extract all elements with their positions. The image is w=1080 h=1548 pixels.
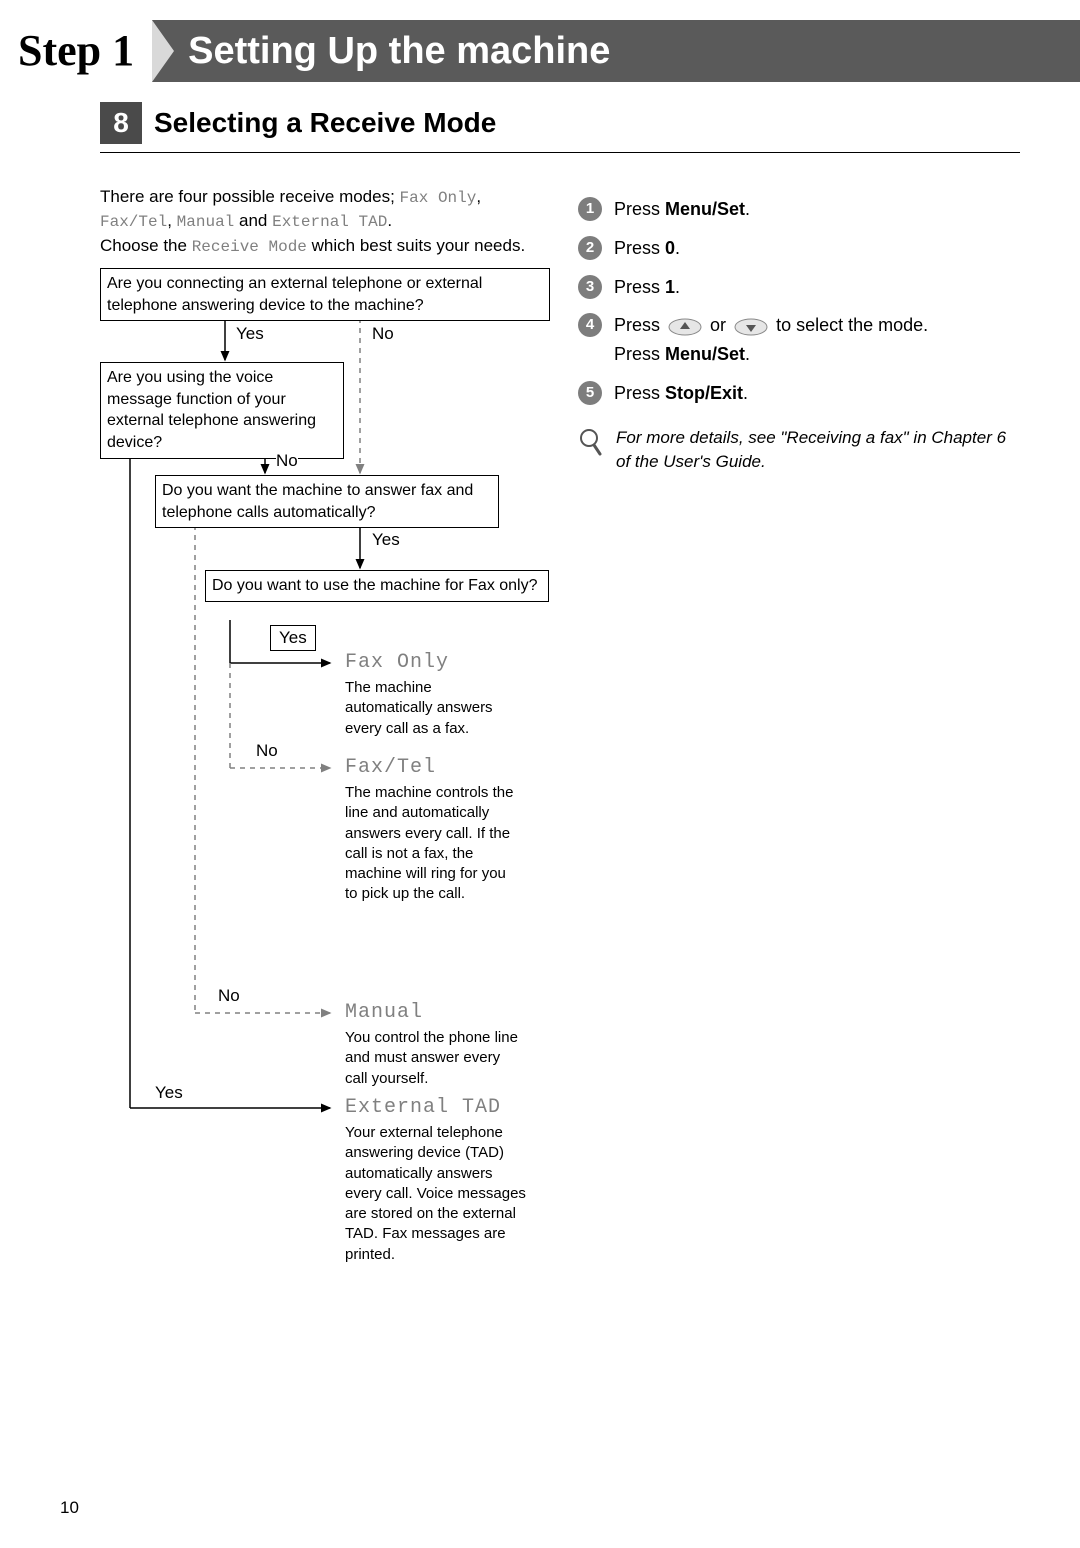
step-bullet-3: 3 [578, 275, 602, 299]
content: There are four possible receive modes; F… [0, 165, 1080, 1268]
step-bullet-1: 1 [578, 197, 602, 221]
step-bullet-2: 2 [578, 236, 602, 260]
step-5: 5 Press Stop/Exit. [578, 379, 1020, 408]
mode-title-manual: Manual [345, 1001, 423, 1024]
page-number: 10 [60, 1498, 79, 1518]
page: Step 1 Setting Up the machine 8 Selectin… [0, 20, 1080, 1548]
flow-q1: Are you connecting an external telephone… [100, 268, 550, 321]
mode-desc-manual: You control the phone line and must answ… [345, 1028, 520, 1089]
arrow-up-icon [668, 318, 702, 336]
receive-mode-text: Receive Mode [192, 238, 307, 256]
key-0: 0 [665, 238, 675, 258]
key-stop-exit: Stop/Exit [665, 383, 743, 403]
flow-q4: Do you want to use the machine for Fax o… [205, 570, 549, 602]
flowchart-column: There are four possible receive modes; F… [100, 185, 550, 1268]
step-3: 3 Press 1. [578, 273, 1020, 302]
mode-title-fax-tel: Fax/Tel [345, 756, 436, 779]
section-rule [100, 152, 1020, 153]
mode-desc-fax-tel: The machine controls the line and automa… [345, 783, 520, 905]
flow-q3: Do you want the machine to answer fax an… [155, 475, 499, 528]
intro-text: There are four possible receive modes; F… [100, 185, 550, 258]
step-label: Step 1 [0, 20, 152, 82]
mode-desc-external-tad: Your external telephone answering device… [345, 1123, 530, 1265]
step-2: 2 Press 0. [578, 234, 1020, 263]
flowchart: Are you connecting an external telephone… [100, 268, 550, 1268]
flow-q2: Are you using the voice message function… [100, 362, 344, 458]
flow-q1-no: No [372, 324, 394, 344]
page-header: Step 1 Setting Up the machine [0, 20, 1080, 82]
mode-external-tad: External TAD [272, 213, 387, 231]
steps-list: 1 Press Menu/Set. 2 Press 0. 3 Press 1. [578, 195, 1020, 475]
section-heading: 8 Selecting a Receive Mode [100, 102, 1020, 144]
mode-fax-only: Fax Only [400, 189, 477, 207]
key-menu-set: Menu/Set [665, 199, 745, 219]
chevron-icon [152, 20, 174, 82]
step-4: 4 Press or to select the mode. Press Men… [578, 311, 1020, 369]
intro-line1: There are four possible receive modes; [100, 187, 400, 206]
flow-q2-yes: Yes [155, 1083, 183, 1103]
flow-q4-yes: Yes [270, 625, 316, 651]
section-title: Selecting a Receive Mode [154, 107, 496, 139]
note: For more details, see "Receiving a fax" … [578, 426, 1020, 475]
mode-fax-tel: Fax/Tel [100, 213, 167, 231]
step-bullet-5: 5 [578, 381, 602, 405]
key-menu-set-2: Menu/Set [665, 344, 745, 364]
step-1: 1 Press Menu/Set. [578, 195, 1020, 224]
steps-column: 1 Press Menu/Set. 2 Press 0. 3 Press 1. [578, 185, 1020, 1268]
flow-q3-no: No [218, 986, 240, 1006]
flow-q4-no: No [256, 741, 278, 761]
arrow-down-icon [734, 318, 768, 336]
mode-title-external-tad: External TAD [345, 1096, 501, 1119]
mode-desc-fax-only: The machine automatically answers every … [345, 678, 520, 739]
note-icon [578, 428, 602, 452]
flow-q2-no: No [276, 451, 298, 471]
mode-title-fax-only: Fax Only [345, 651, 449, 674]
flow-q1-yes: Yes [236, 324, 264, 344]
page-title: Setting Up the machine [152, 20, 1080, 82]
section-number: 8 [100, 102, 142, 144]
key-1: 1 [665, 277, 675, 297]
step-bullet-4: 4 [578, 313, 602, 337]
flow-q3-yes: Yes [372, 530, 400, 550]
mode-manual: Manual [177, 213, 235, 231]
note-text: For more details, see "Receiving a fax" … [616, 426, 1020, 475]
